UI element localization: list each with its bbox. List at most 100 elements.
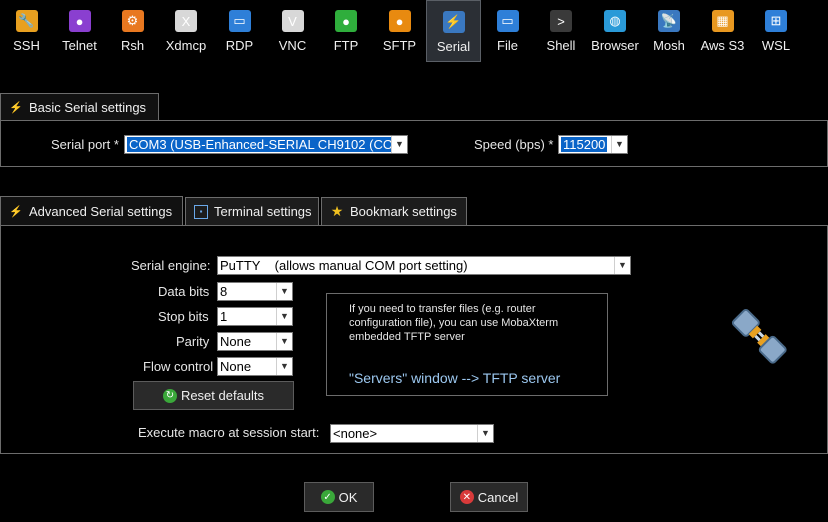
session-type-label: SSH: [13, 38, 40, 53]
session-type-label: SFTP: [382, 38, 417, 53]
serial-engine-value: PuTTY (allows manual COM port setting): [220, 258, 468, 273]
chevron-down-icon[interactable]: ▼: [477, 425, 493, 442]
tftp-info-box: If you need to transfer files (e.g. rout…: [326, 293, 608, 396]
chevron-down-icon[interactable]: ▼: [276, 283, 292, 300]
chevron-down-icon[interactable]: ▼: [276, 333, 292, 350]
session-type-rdp[interactable]: ▭ RDP: [213, 0, 266, 62]
serial-plug-icon: ⚡: [9, 206, 23, 218]
rsh-icon: ⚙: [121, 10, 144, 32]
session-type-label: Serial: [436, 39, 471, 54]
browser-globe-icon: ◍: [604, 10, 626, 32]
flow-control-label: Flow control: [143, 359, 214, 374]
session-type-label: FTP: [333, 38, 359, 53]
session-type-label: Browser: [591, 38, 639, 53]
macro-label: Execute macro at session start:: [138, 425, 320, 440]
parity-label: Parity: [176, 334, 210, 349]
tab-label: Advanced Serial settings: [29, 204, 173, 219]
session-type-browser[interactable]: ◍ Browser: [588, 0, 642, 62]
serial-port-label: Serial port *: [51, 137, 119, 152]
globe-orange-icon: ●: [388, 10, 411, 32]
session-type-file[interactable]: ▭ File: [481, 0, 534, 62]
session-type-serial[interactable]: ⚡ Serial: [426, 0, 481, 62]
data-bits-select[interactable]: 8 ▼: [217, 282, 293, 301]
cancel-x-icon: ✕: [459, 490, 474, 504]
terminal-settings-icon: ▪: [194, 204, 208, 219]
session-type-xdmcp[interactable]: X Xdmcp: [159, 0, 213, 62]
chevron-down-icon[interactable]: ▼: [611, 136, 627, 153]
tab-terminal-settings[interactable]: ▪ Terminal settings: [185, 197, 319, 225]
session-type-rsh[interactable]: ⚙ Rsh: [106, 0, 159, 62]
windows-icon: ⊞: [765, 10, 787, 32]
globe-green-icon: ●: [335, 10, 357, 32]
satellite-icon: 📡: [658, 10, 680, 32]
stop-bits-value: 1: [220, 309, 228, 324]
session-type-wsl[interactable]: ⊞ WSL: [749, 0, 803, 62]
session-type-mosh[interactable]: 📡 Mosh: [642, 0, 696, 62]
session-type-label: File: [497, 38, 518, 53]
serial-port-select[interactable]: COM3 (USB-Enhanced-SERIAL CH9102 (CO ▼: [124, 135, 408, 154]
chevron-down-icon[interactable]: ▼: [614, 257, 630, 274]
cancel-button[interactable]: ✕ Cancel: [450, 482, 528, 512]
cancel-label: Cancel: [477, 489, 519, 505]
session-type-label: Shell: [546, 38, 576, 53]
wrench-icon: 🔧: [15, 10, 38, 32]
reset-defaults-button[interactable]: ↻ Reset defaults: [133, 381, 294, 410]
serial-engine-select[interactable]: PuTTY (allows manual COM port setting) ▼: [217, 256, 631, 275]
parity-select[interactable]: None ▼: [217, 332, 293, 351]
session-type-aws-s3[interactable]: ▦ Aws S3: [696, 0, 749, 62]
flow-control-select[interactable]: None ▼: [217, 357, 293, 376]
session-type-toolbar: 🔧 SSH ● Telnet ⚙ Rsh X Xdmcp ▭ RDP V VNC ● FTP ● SFTP ⚡ S…: [0, 0, 828, 64]
session-type-label: Mosh: [653, 38, 685, 53]
ok-label: OK: [338, 489, 358, 505]
telnet-icon: ●: [68, 10, 91, 32]
serial-port-value: COM3 (USB-Enhanced-SERIAL CH9102 (CO: [127, 137, 395, 152]
serial-plug-icon: [731, 308, 787, 364]
macro-select[interactable]: <none> ▼: [330, 424, 494, 443]
session-type-telnet[interactable]: ● Telnet: [53, 0, 106, 62]
tab-label: Basic Serial settings: [29, 100, 147, 115]
chevron-down-icon[interactable]: ▼: [276, 308, 292, 325]
session-type-ftp[interactable]: ● FTP: [319, 0, 373, 62]
tftp-server-link[interactable]: "Servers" window --> TFTP server: [349, 370, 560, 386]
tab-basic-serial-settings[interactable]: ⚡ Basic Serial settings: [0, 93, 159, 121]
vnc-icon: V: [281, 10, 304, 32]
monitor-icon: ▭: [228, 10, 251, 32]
aws-cubes-icon: ▦: [711, 10, 734, 32]
tab-label: Terminal settings: [214, 204, 312, 219]
star-icon: ★: [330, 203, 344, 219]
speed-label: Speed (bps) *: [474, 137, 554, 152]
session-type-sftp[interactable]: ● SFTP: [373, 0, 426, 62]
speed-select[interactable]: 115200 ▼: [558, 135, 628, 154]
terminal-icon: >: [550, 10, 572, 32]
data-bits-value: 8: [220, 284, 228, 299]
stop-bits-select[interactable]: 1 ▼: [217, 307, 293, 326]
tftp-info-text: If you need to transfer files (e.g. rout…: [349, 303, 559, 343]
ok-button[interactable]: ✓ OK: [304, 482, 374, 512]
tab-bookmark-settings[interactable]: ★ Bookmark settings: [321, 197, 467, 225]
session-type-label: WSL: [761, 38, 791, 53]
session-type-label: RDP: [225, 38, 254, 53]
tab-label: Bookmark settings: [350, 204, 457, 219]
parity-value: None: [220, 334, 252, 349]
session-type-ssh[interactable]: 🔧 SSH: [0, 0, 53, 62]
data-bits-label: Data bits: [158, 284, 210, 299]
file-monitor-icon: ▭: [496, 10, 519, 32]
serial-engine-label: Serial engine:: [131, 258, 211, 273]
session-type-label: Xdmcp: [165, 38, 207, 53]
serial-plug-icon: ⚡: [9, 102, 23, 114]
session-type-label: VNC: [278, 38, 307, 53]
refresh-icon: ↻: [162, 388, 177, 403]
chevron-down-icon[interactable]: ▼: [391, 136, 407, 153]
stop-bits-label: Stop bits: [158, 309, 209, 324]
session-type-label: Telnet: [62, 38, 97, 53]
macro-value: <none>: [333, 426, 378, 441]
session-type-label: Aws S3: [700, 38, 745, 53]
session-type-vnc[interactable]: V VNC: [266, 0, 319, 62]
x-icon: X: [175, 10, 197, 32]
session-type-label: Rsh: [120, 38, 145, 53]
checkmark-icon: ✓: [320, 490, 335, 504]
flow-control-value: None: [220, 359, 252, 374]
session-type-shell[interactable]: > Shell: [534, 0, 588, 62]
chevron-down-icon[interactable]: ▼: [276, 358, 292, 375]
tab-advanced-serial-settings[interactable]: ⚡ Advanced Serial settings: [0, 196, 183, 226]
